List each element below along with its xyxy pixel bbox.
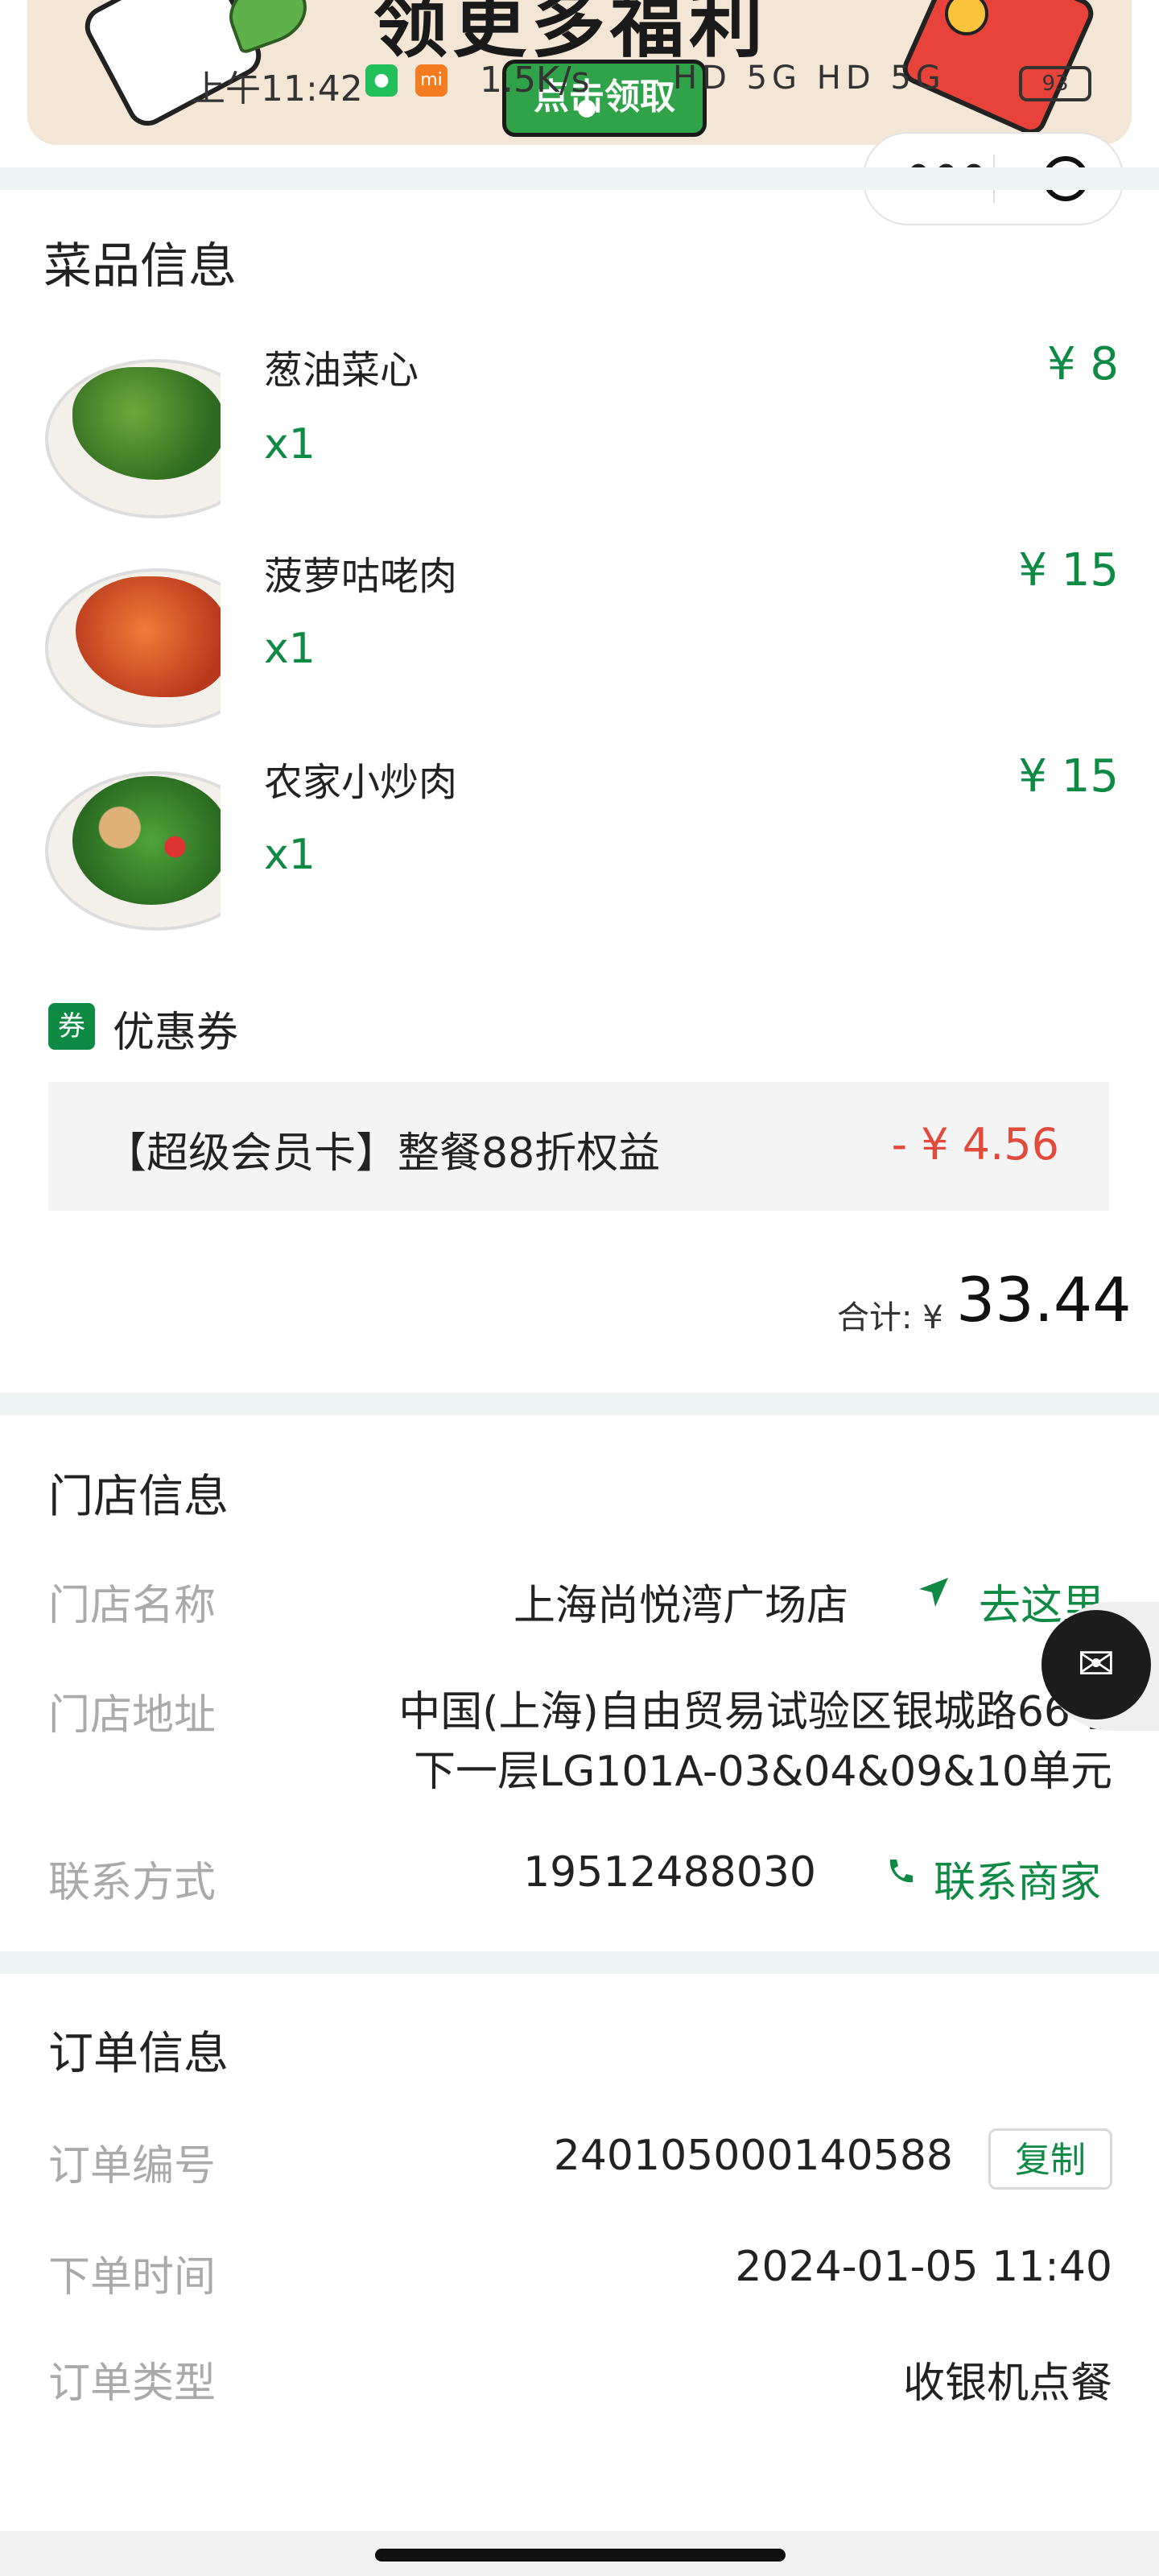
dishes-title: 菜品信息 (43, 238, 237, 295)
order-time-label: 下单时间 (48, 2253, 217, 2301)
dish-quantity: x1 (264, 831, 316, 879)
order-time-value: 2024-01-05 11:40 (735, 2243, 1112, 2291)
navigate-icon[interactable] (916, 1575, 951, 1610)
coupon-badge-icon: 券 (48, 1003, 95, 1050)
store-title: 门店信息 (48, 1471, 229, 1523)
dish-price: ¥ 15 (1018, 750, 1119, 803)
coupon-title: 优惠券 (113, 1009, 239, 1057)
contact-phone: 19512488030 (523, 1848, 816, 1897)
store-address-label: 门店地址 (48, 1691, 217, 1740)
coupon-item: 【超级会员卡】整餐88折权益 - ¥ 4.56 (48, 1082, 1109, 1211)
phone-icon[interactable] (884, 1856, 916, 1889)
dish-name: 农家小炒肉 (264, 760, 458, 805)
order-type-label: 订单类型 (48, 2359, 217, 2408)
order-type-value: 收银机点餐 (902, 2359, 1112, 2408)
dish-quantity: x1 (264, 625, 316, 673)
section-divider (0, 1393, 1159, 1415)
dish-name: 葱油菜心 (264, 348, 419, 393)
home-indicator[interactable] (375, 2549, 786, 2562)
section-divider (0, 1951, 1159, 1974)
coupon-discount: - ¥ 4.56 (891, 1119, 1059, 1170)
dish-image (43, 343, 221, 520)
dish-quantity: x1 (264, 420, 316, 469)
store-address-line2: 下一层LG101A-03&04&09&10单元 (413, 1748, 1112, 1796)
contact-merchant-link[interactable]: 联系商家 (934, 1848, 1101, 1909)
order-number-value: 240105000140588 (553, 2132, 953, 2180)
total-label: 合计: ¥ (837, 1299, 943, 1336)
dish-name: 菠萝咕咾肉 (264, 554, 458, 599)
dish-image (43, 755, 221, 932)
order-number-label: 订单编号 (48, 2142, 217, 2190)
status-time: 上午11:42 (190, 68, 363, 109)
store-name-value: 上海尚悦湾广场店 (513, 1582, 848, 1630)
copy-button[interactable]: 复制 (988, 2128, 1112, 2190)
dish-price: ¥ 15 (1018, 544, 1119, 597)
store-name-label: 门店名称 (48, 1582, 217, 1630)
assistant-icon[interactable]: ✉ (1041, 1610, 1151, 1719)
mi-icon: mi (415, 64, 448, 97)
total-amount: 33.44 (956, 1264, 1132, 1335)
status-bar: 上午11:42 ● mi 1.5K/s HD 5G HD 5G 93 (190, 56, 1099, 109)
section-divider (0, 167, 1159, 190)
dish-price: ¥ 8 (1046, 338, 1119, 390)
battery-icon: 93 (1019, 66, 1091, 101)
dish-image (43, 552, 221, 729)
network-speed: 1.5K/s (480, 60, 590, 101)
store-address-line1: 中国(上海)自由贸易试验区银城路66号 (398, 1688, 1112, 1736)
signal-icons: HD 5G HD 5G (673, 60, 946, 97)
contact-label: 联系方式 (48, 1859, 217, 1907)
order-title: 订单信息 (48, 2028, 229, 2080)
wechat-icon: ● (365, 64, 398, 97)
coupon-name: 【超级会员卡】整餐88折权益 (105, 1129, 661, 1178)
